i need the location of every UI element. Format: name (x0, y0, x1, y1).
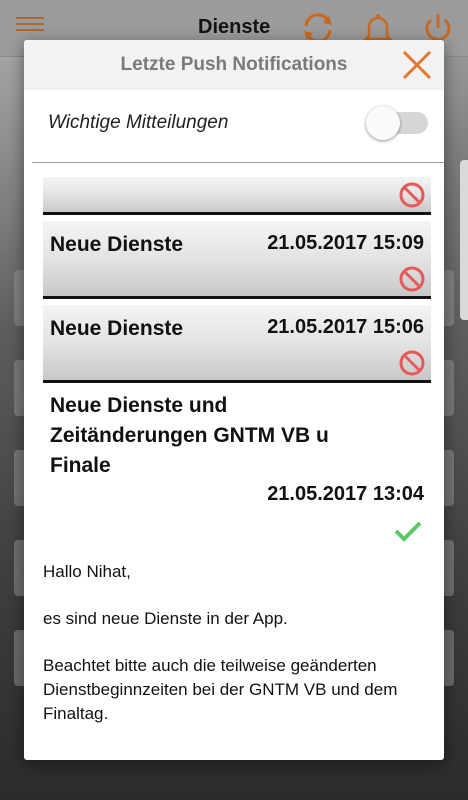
expanded-date: 21.05.2017 13:04 (267, 483, 424, 505)
expanded-title: Neue Dienste und Zeitänderungen GNTM VB … (50, 394, 329, 477)
toggle-thumb (366, 106, 400, 140)
notification-list: Neue Dienste 21.05.2017 15:09 Neue Diens… (43, 177, 431, 553)
list-item[interactable] (43, 177, 431, 215)
menu-icon[interactable] (16, 17, 44, 37)
block-icon (399, 266, 425, 292)
list-item[interactable]: Neue Dienste 21.05.2017 15:06 (43, 305, 431, 383)
dialog-title: Letzte Push Notifications (120, 54, 348, 75)
block-icon (399, 350, 425, 376)
notification-title: Neue Dienste (50, 233, 184, 256)
check-icon (394, 521, 422, 542)
message-body: Hallo Nihat, es sind neue Dienste in der… (43, 560, 431, 749)
message-paragraph: es sind neue Dienste in der App. (43, 609, 288, 628)
push-notifications-dialog: Letzte Push Notifications Wichtige Mitte… (24, 40, 444, 760)
notification-title: Neue Dienste (50, 317, 184, 340)
close-icon[interactable] (400, 48, 434, 82)
notification-date: 21.05.2017 15:09 (267, 232, 424, 254)
toggle-label: Wichtige Mitteilungen (48, 112, 229, 133)
list-item[interactable]: Neue Dienste 21.05.2017 15:09 (43, 221, 431, 299)
background-edge (460, 160, 468, 320)
block-icon (399, 182, 425, 208)
expanded-notification[interactable]: Neue Dienste und Zeitänderungen GNTM VB … (43, 383, 431, 553)
app-title: Dienste (198, 16, 271, 38)
important-messages-toggle[interactable] (366, 104, 428, 140)
dialog-header: Letzte Push Notifications (24, 40, 444, 90)
notification-date: 21.05.2017 15:06 (267, 316, 424, 338)
toggle-row: Wichtige Mitteilungen (32, 90, 444, 163)
message-paragraph: Beachtet bitte auch die teilweise geände… (43, 656, 398, 723)
message-paragraph: Hallo Nihat, (43, 562, 131, 581)
